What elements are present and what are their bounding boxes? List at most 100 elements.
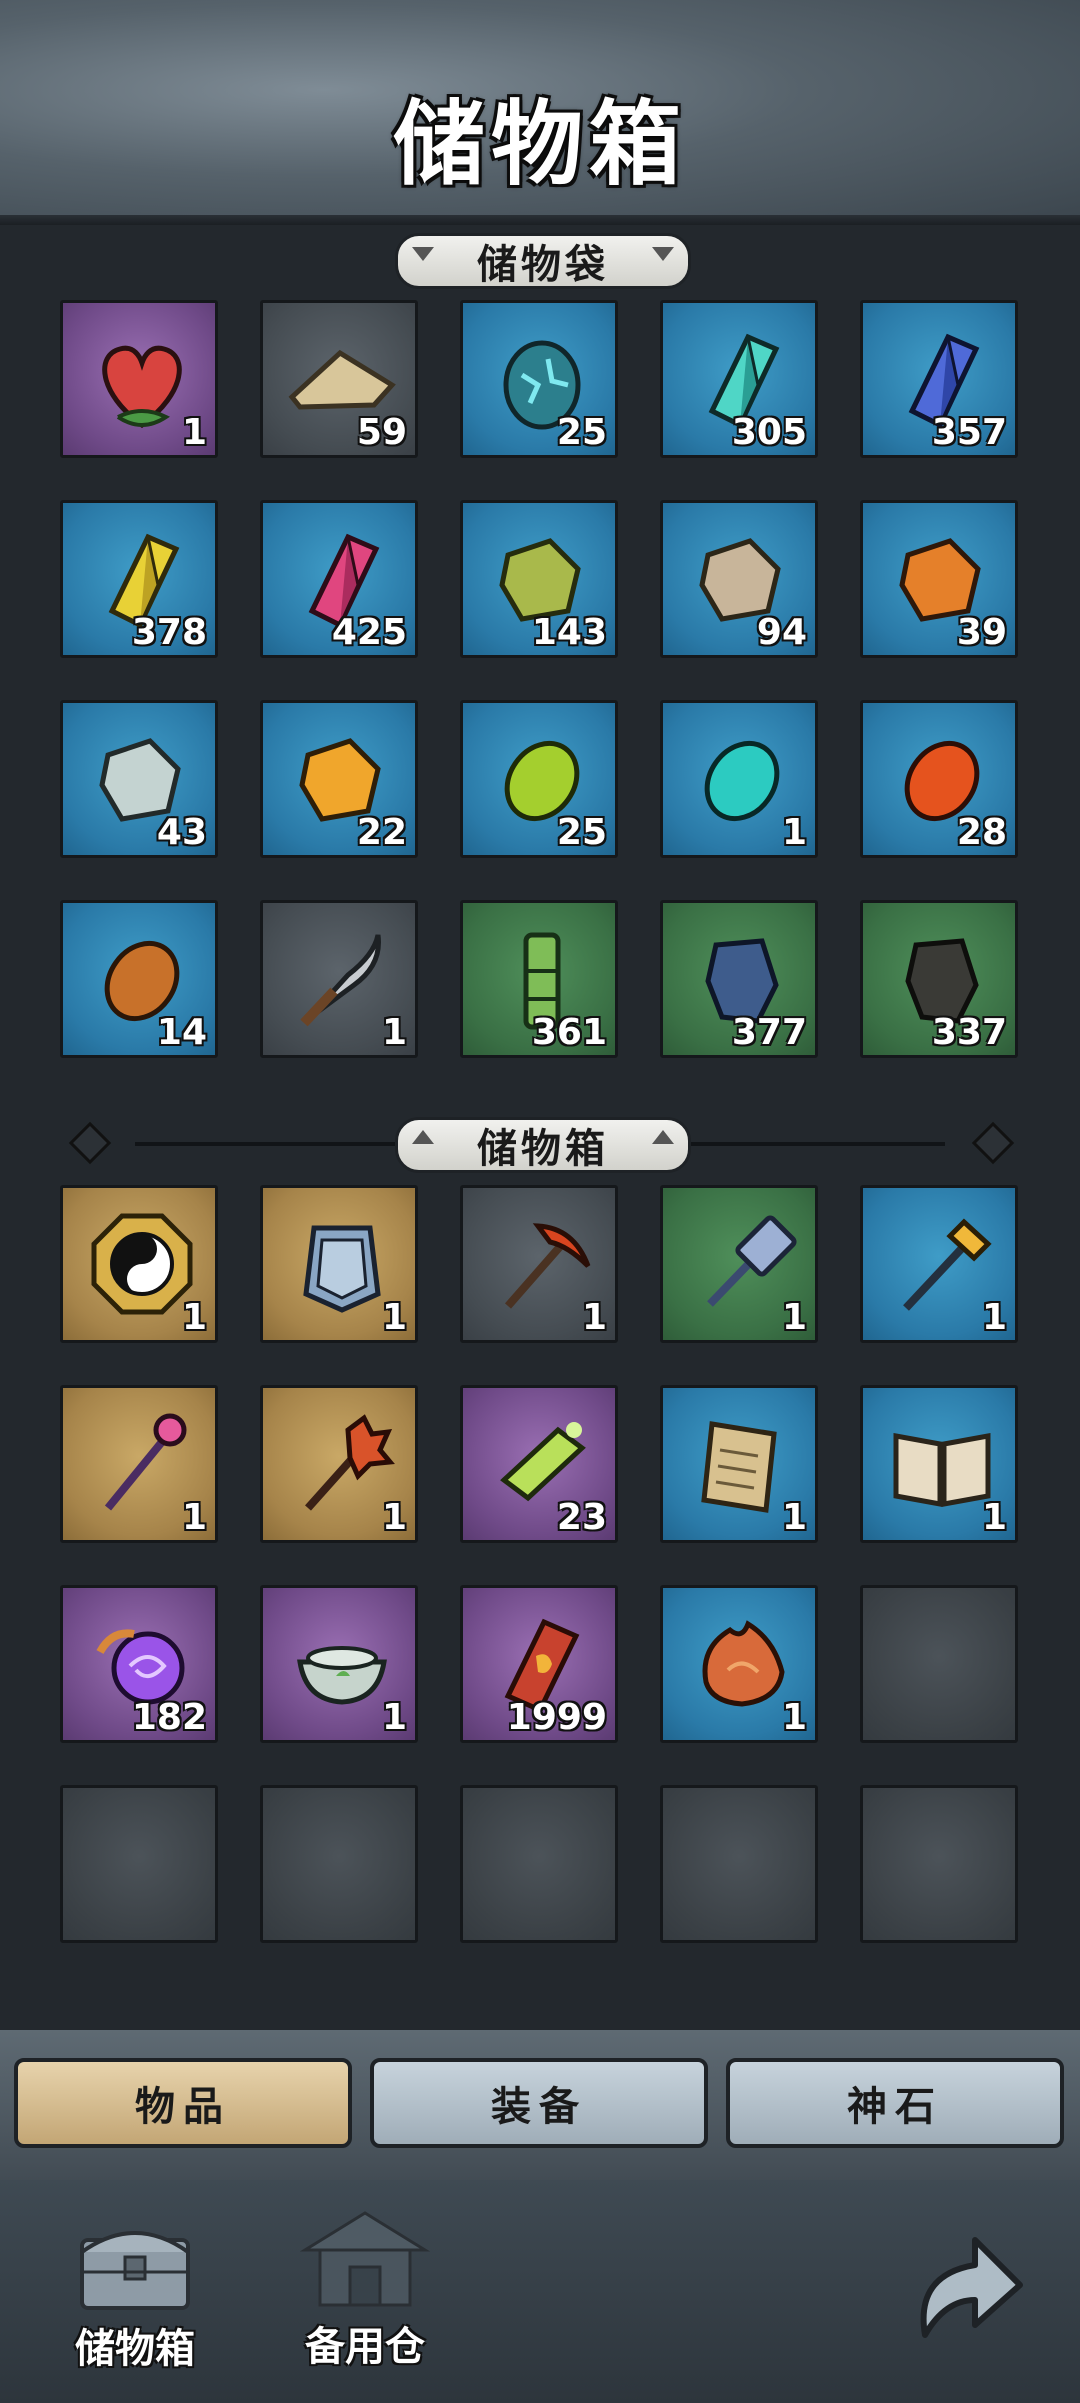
item-slot[interactable]: 1 — [660, 1585, 818, 1743]
item-slot[interactable]: 143 — [460, 500, 618, 658]
item-count: 1 — [381, 1297, 407, 1338]
item-slot[interactable]: 1 — [260, 1585, 418, 1743]
chevron-down-icon — [412, 247, 434, 261]
empty-item-slot[interactable] — [460, 1785, 618, 1943]
item-count: 1 — [981, 1297, 1007, 1338]
item-count: 1 — [181, 412, 207, 453]
item-slot[interactable]: 425 — [260, 500, 418, 658]
item-count: 361 — [531, 1012, 607, 1053]
item-count: 39 — [956, 612, 1007, 653]
item-count: 1 — [981, 1497, 1007, 1538]
item-slot[interactable]: 377 — [660, 900, 818, 1058]
tab-items[interactable]: 物品 — [14, 2058, 352, 2148]
item-slot[interactable]: 25 — [460, 700, 618, 858]
item-count: 94 — [756, 612, 807, 653]
nav-backup-warehouse[interactable]: 备用仓 — [290, 2205, 440, 2372]
storage-chest-icon — [80, 2231, 190, 2310]
bag-item-grid[interactable]: 1 59 25 305 357 378 425 143 94 39 43 22 25 1 28 14 1 361 3… — [0, 300, 1080, 1112]
empty-item-slot[interactable] — [860, 1785, 1018, 1943]
item-count: 43 — [156, 812, 207, 853]
item-slot[interactable]: 25 — [460, 300, 618, 458]
tab-equipment-label: 装备 — [491, 2084, 587, 2130]
divider-left-ornament — [68, 1121, 112, 1165]
item-slot[interactable]: 1 — [260, 900, 418, 1058]
divider-right-line — [685, 1142, 945, 1146]
item-count: 28 — [956, 812, 1007, 853]
item-slot[interactable]: 39 — [860, 500, 1018, 658]
item-count: 59 — [356, 412, 407, 453]
item-count: 182 — [131, 1697, 207, 1738]
return-button[interactable] — [895, 2215, 1035, 2355]
item-count: 377 — [731, 1012, 807, 1053]
item-slot[interactable]: 361 — [460, 900, 618, 1058]
divider-left-line — [135, 1142, 395, 1146]
item-count: 425 — [331, 612, 407, 653]
item-slot[interactable]: 43 — [60, 700, 218, 858]
item-count: 1 — [181, 1497, 207, 1538]
item-slot[interactable]: 305 — [660, 300, 818, 458]
item-count: 357 — [931, 412, 1007, 453]
item-count: 143 — [531, 612, 607, 653]
item-slot[interactable]: 28 — [860, 700, 1018, 858]
tab-divine-stone-label: 神石 — [847, 2084, 943, 2130]
item-count: 1 — [581, 1297, 607, 1338]
item-slot[interactable]: 1 — [660, 1185, 818, 1343]
bag-section-title: 储物袋 — [477, 242, 609, 288]
item-count: 1 — [381, 1012, 407, 1053]
item-count: 1 — [381, 1697, 407, 1738]
tab-divine-stone[interactable]: 神石 — [726, 2058, 1064, 2148]
box-section-title: 储物箱 — [477, 1126, 609, 1172]
box-section-toggle[interactable]: 储物箱 — [395, 1117, 691, 1173]
item-slot[interactable]: 14 — [60, 900, 218, 1058]
item-slot[interactable]: 378 — [60, 500, 218, 658]
item-slot[interactable]: 357 — [860, 300, 1018, 458]
item-slot[interactable]: 1 — [660, 700, 818, 858]
chevron-down-icon — [652, 247, 674, 261]
item-count: 1 — [781, 812, 807, 853]
item-slot[interactable]: 182 — [60, 1585, 218, 1743]
item-count: 25 — [556, 412, 607, 453]
chevron-up-icon — [412, 1130, 434, 1144]
item-slot[interactable]: 22 — [260, 700, 418, 858]
empty-item-slot[interactable] — [60, 1785, 218, 1943]
item-count: 1999 — [506, 1697, 607, 1738]
item-slot[interactable]: 1 — [860, 1185, 1018, 1343]
item-slot[interactable]: 1 — [260, 1185, 418, 1343]
item-slot[interactable]: 337 — [860, 900, 1018, 1058]
empty-item-slot[interactable] — [260, 1785, 418, 1943]
header: 储物箱 — [0, 0, 1080, 225]
item-slot[interactable]: 1 — [860, 1385, 1018, 1543]
nav-storage-label: 储物箱 — [75, 2326, 195, 2372]
empty-item-slot[interactable] — [660, 1785, 818, 1943]
item-count: 23 — [556, 1497, 607, 1538]
tab-equipment[interactable]: 装备 — [370, 2058, 708, 2148]
tab-items-label: 物品 — [135, 2084, 231, 2130]
item-slot[interactable]: 1 — [60, 1385, 218, 1543]
item-slot[interactable]: 1 — [60, 1185, 218, 1343]
item-count: 1 — [181, 1297, 207, 1338]
page-title: 储物箱 — [392, 91, 687, 198]
item-count: 305 — [731, 412, 807, 453]
item-count: 14 — [156, 1012, 207, 1053]
empty-item-slot[interactable] — [860, 1585, 1018, 1743]
item-count: 337 — [931, 1012, 1007, 1053]
item-slot[interactable]: 59 — [260, 300, 418, 458]
item-slot[interactable]: 1 — [460, 1185, 618, 1343]
item-count: 1 — [781, 1297, 807, 1338]
item-count: 378 — [131, 612, 207, 653]
divider-right-ornament — [971, 1121, 1015, 1165]
item-count: 22 — [356, 812, 407, 853]
item-slot[interactable]: 1 — [260, 1385, 418, 1543]
nav-storage-box[interactable]: 储物箱 — [60, 2212, 210, 2374]
item-slot[interactable]: 94 — [660, 500, 818, 658]
nav-backup-label: 备用仓 — [305, 2324, 425, 2370]
item-slot[interactable]: 1 — [60, 300, 218, 458]
item-slot[interactable]: 1999 — [460, 1585, 618, 1743]
chevron-up-icon — [652, 1130, 674, 1144]
bag-section-toggle[interactable]: 储物袋 — [395, 233, 691, 289]
item-slot[interactable]: 23 — [460, 1385, 618, 1543]
item-count: 1 — [381, 1497, 407, 1538]
item-count: 1 — [781, 1497, 807, 1538]
box-item-grid[interactable]: 1 1 1 1 1 1 1 23 1 1 182 1 1999 1 — [0, 1185, 1080, 2030]
item-slot[interactable]: 1 — [660, 1385, 818, 1543]
